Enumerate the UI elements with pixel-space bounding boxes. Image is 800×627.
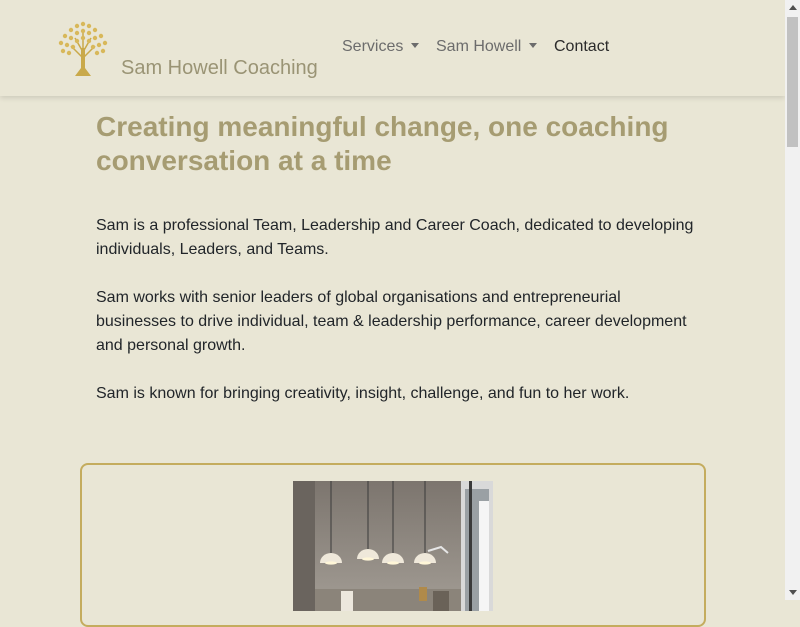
- brand-name[interactable]: Sam Howell Coaching: [121, 57, 318, 80]
- main-content: Creating meaningful change, one coaching…: [96, 110, 696, 402]
- nav-item-sam-howell[interactable]: Sam Howell: [436, 38, 538, 56]
- navbar: Sam Howell Coaching Services Sam Howell …: [0, 0, 785, 96]
- nav-item-contact[interactable]: Contact: [554, 38, 609, 56]
- chevron-down-icon: [411, 43, 420, 48]
- scrollbar-thumb[interactable]: [787, 17, 798, 147]
- vertical-scrollbar[interactable]: [785, 0, 800, 600]
- office-interior-photo: [293, 481, 493, 611]
- scroll-down-arrow-icon[interactable]: [789, 590, 797, 595]
- style-paragraph: Sam is known for bringing creativity, in…: [96, 385, 630, 402]
- intro-paragraph: Sam is a professional Team, Leadership a…: [96, 217, 694, 258]
- clients-paragraph: Sam works with senior leaders of global …: [96, 289, 687, 354]
- scroll-up-arrow-icon[interactable]: [789, 5, 797, 10]
- chevron-down-icon: [529, 43, 538, 48]
- page-headline: Creating meaningful change, one coaching…: [96, 111, 669, 176]
- nav-item-label: Contact: [554, 38, 610, 55]
- nav-item-label: Sam Howell: [436, 38, 522, 55]
- nav-item-services[interactable]: Services: [342, 38, 420, 56]
- nav-item-label: Services: [342, 38, 404, 55]
- tree-logo-icon[interactable]: [53, 18, 113, 78]
